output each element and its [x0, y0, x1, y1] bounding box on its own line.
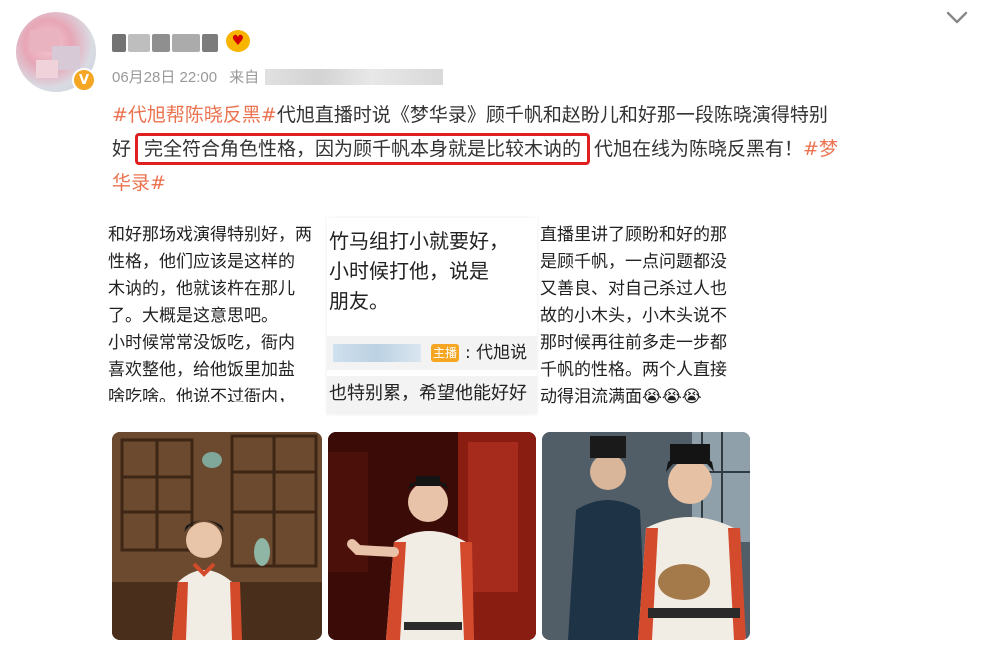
post-time: 06月28日 22:00	[112, 69, 218, 86]
screenshot-text-line: 啥吃啥。他说不过衙内，	[108, 387, 295, 402]
hashtag-link[interactable]: 华录#	[112, 172, 166, 194]
screenshot-text-line: 千帆的性格。两个人直接	[540, 360, 727, 380]
member-icon: ♥	[226, 30, 250, 52]
chevron-down-icon[interactable]	[944, 6, 970, 28]
screenshot-image-3[interactable]: 直播里讲了顾盼和好的那 是顾千帆，一点问题都没 又善良、对自己杀过人也 故的小木…	[540, 222, 752, 418]
name-mask	[333, 344, 421, 362]
photo-2[interactable]	[328, 432, 536, 640]
post-text-segment: 代旭直播时说《梦华录》顾千帆和赵盼儿和好那一段陈晓演得特别	[276, 104, 828, 126]
screenshot-text-line: 那时候再往前多走一步都	[540, 333, 727, 353]
post-meta: 06月28日 22:00 来自	[112, 66, 444, 87]
screenshot-text-line: 小时候打他，说是	[329, 259, 489, 283]
username[interactable]	[112, 30, 218, 56]
screenshot-image-1[interactable]: 和好那场戏演得特别好，两 性格，他们应该是这样的 木讷的，他就该杵在那儿 了。大…	[108, 222, 322, 402]
screenshot-text-line: 木讷的，他就该杵在那儿	[108, 279, 295, 299]
screenshot-text-line: 也特别累，希望他能好好	[327, 376, 537, 414]
verified-badge-icon: V	[72, 68, 96, 92]
post-text-segment: 好	[112, 138, 132, 160]
photo-2-illustration	[328, 432, 536, 640]
source-prefix: 来自	[229, 69, 260, 86]
screenshot-text-line: 直播里讲了顾盼和好的那	[540, 225, 727, 245]
host-badge: 主播	[431, 344, 459, 362]
post-text-segment: 代旭在线为陈晓反黑有！	[594, 138, 804, 160]
screenshot-text-line: 和好那场戏演得特别好，两	[108, 225, 312, 245]
hashtag-link[interactable]: #代旭帮陈晓反黑#	[112, 104, 277, 126]
photo-3-illustration	[542, 432, 750, 640]
photo-1-illustration	[112, 432, 322, 640]
hashtag-link[interactable]: #梦	[803, 138, 838, 160]
highlight-box: 完全符合角色性格，因为顾千帆本身就是比较木讷的	[135, 133, 591, 165]
screenshot-text-line: 故的小木头，小木头说不	[540, 306, 727, 326]
screenshot-text-line: 喜欢整他，给他饭里加盐	[108, 360, 295, 380]
photo-1[interactable]	[112, 432, 322, 640]
screenshot-text-line: 朋友。	[329, 289, 389, 313]
screenshot-text-line: 动得泪流满面😭😭😭	[540, 387, 702, 407]
post-text: #代旭帮陈晓反黑#代旭直播时说《梦华录》顾千帆和赵盼儿和好那一段陈晓演得特别 好…	[112, 98, 982, 200]
screenshot-text-line: 竹马组打小就要好，	[329, 229, 509, 253]
screenshot-text-line: 又善良、对自己杀过人也	[540, 279, 727, 299]
screenshot-image-2[interactable]: 竹马组打小就要好， 小时候打他，说是 朋友。 主播 : 代旭说 也特别累，希望他…	[327, 218, 537, 414]
quote-bar: 主播 : 代旭说	[327, 336, 537, 370]
screenshot-text-line: 是顾千帆，一点问题都没	[540, 252, 727, 272]
screenshot-text-line: 了。大概是这意思吧。	[108, 306, 278, 326]
source-mask	[265, 68, 444, 85]
photo-3[interactable]	[542, 432, 750, 640]
screenshot-text-line: 小时候常常没饭吃，衙内	[108, 333, 295, 353]
screenshot-text-line: 性格，他们应该是这样的	[108, 252, 295, 272]
quote-text: : 代旭说	[465, 343, 528, 363]
